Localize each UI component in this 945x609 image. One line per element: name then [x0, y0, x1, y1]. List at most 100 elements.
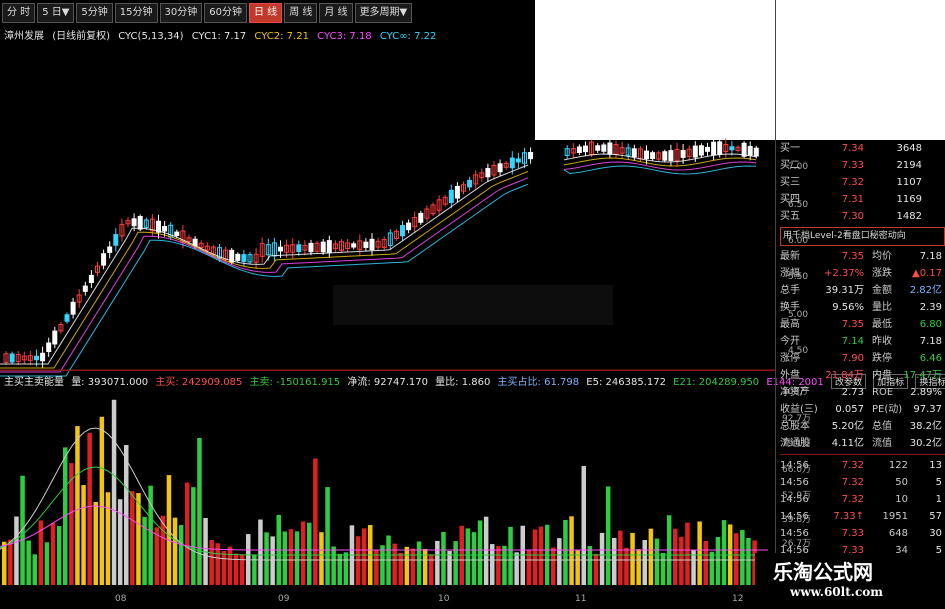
volume-bar: [221, 551, 227, 585]
order-level-label: 买五: [780, 211, 800, 222]
volume-bar: [44, 542, 50, 585]
stat-value: 38.2亿: [909, 421, 942, 432]
tick-count: 5: [935, 477, 942, 488]
stat-label: 量比: [872, 302, 892, 313]
volume-bar: [325, 487, 330, 585]
period-tab[interactable]: 分 时: [2, 3, 36, 23]
date-tick-label: 09: [278, 594, 290, 604]
stat-value: 6.46: [919, 353, 942, 364]
candle-body: [113, 234, 119, 246]
candle-body: [107, 246, 113, 253]
stat-value: +2.37%: [824, 268, 865, 279]
order-volume: 1107: [896, 177, 922, 188]
candle-body: [34, 355, 39, 361]
candle-body: [680, 149, 686, 158]
candle-body: [583, 145, 588, 153]
volume-bar: [355, 536, 361, 585]
period-tab[interactable]: 更多周期▼: [354, 3, 413, 23]
watermark-url: www.60lt.com: [790, 585, 883, 599]
stat-value: 9.56%: [832, 302, 864, 313]
order-book-row[interactable]: 买二 7.33 2194: [780, 157, 945, 174]
date-axis: 08 09 10 11 12: [0, 592, 775, 608]
period-tab[interactable]: 30分钟: [159, 3, 203, 23]
candle-body: [46, 342, 52, 353]
order-book: 买一 7.34 3648 买二 7.33 2194 买三 7.32 1107 买四 7.31 1169…: [780, 140, 945, 225]
order-price: 7.32: [841, 177, 864, 188]
volume-bar: [697, 521, 702, 585]
volume-bar: [508, 526, 513, 585]
volume-bar: [2, 541, 7, 585]
level2-banner[interactable]: 用千档Level-2看盘口秘密动向: [780, 227, 945, 246]
volume-bar: [307, 522, 312, 585]
period-tab[interactable]: 日 线: [249, 3, 283, 23]
volume-tick-label: 66.0万: [782, 465, 812, 475]
period-tab[interactable]: 5 日▼: [37, 3, 75, 23]
volume-bar: [612, 537, 617, 585]
volume-bar: [740, 530, 745, 585]
period-tab[interactable]: 5分钟: [76, 3, 113, 23]
order-price: 7.33: [841, 160, 864, 171]
order-book-row[interactable]: 买五 7.30 1482: [780, 208, 945, 225]
volume-bar: [538, 526, 544, 585]
stat-label: PE(动): [872, 404, 903, 415]
candle-body: [705, 146, 710, 152]
volume-bar: [471, 532, 477, 585]
candle-body: [137, 216, 143, 230]
order-price: 7.31: [841, 194, 864, 205]
volume-bar: [380, 545, 385, 585]
volume-bar: [8, 539, 13, 585]
quote-stat-row: 最高 7.35 最低 6.80: [780, 316, 945, 333]
stat-value: 7.90: [841, 353, 864, 364]
period-tab[interactable]: 周 线: [284, 3, 318, 23]
volume-bar: [648, 528, 654, 585]
volume-bar: [514, 552, 519, 585]
candle-body: [308, 242, 314, 253]
net-flow-value: 净流: 92747.170: [347, 377, 428, 388]
tick-count: 30: [929, 528, 942, 539]
volume-bar: [605, 486, 611, 585]
volume-bar: [227, 546, 233, 585]
date-tick-label: 11: [575, 594, 587, 604]
order-book-row[interactable]: 买一 7.34 3648: [780, 140, 945, 157]
volume-bar: [343, 552, 349, 585]
stat-value: 30.2亿: [909, 438, 942, 449]
order-book-row[interactable]: 买四 7.31 1169: [780, 191, 945, 208]
volume-bar: [81, 485, 86, 585]
candle-body: [711, 141, 717, 156]
quote-stat-row: 外盘 21.84万 内盘 17.47万: [780, 367, 945, 384]
stat-value: 5.20亿: [831, 421, 864, 432]
volume-bar: [599, 532, 605, 585]
stat-label: 跌停: [872, 353, 892, 364]
volume-bar: [703, 540, 708, 585]
stat-label: 总值: [872, 421, 892, 432]
period-tab[interactable]: 15分钟: [114, 3, 158, 23]
volume-bar: [660, 552, 666, 585]
stat-label: ROE: [872, 387, 894, 398]
stat-label: 换手: [780, 302, 800, 313]
candle-body: [9, 353, 15, 363]
tick-count: 1: [935, 494, 942, 505]
volume-bar: [551, 547, 556, 585]
volume-bar: [557, 538, 562, 585]
vol-indicator-name[interactable]: 主买主卖能量: [4, 377, 64, 388]
volume-bar: [264, 532, 269, 585]
volume-bar: [252, 554, 257, 585]
volume-bar: [197, 438, 202, 585]
volume-bar: [166, 475, 172, 585]
volume-bar: [209, 540, 214, 585]
volume-bar: [282, 531, 288, 585]
period-tab[interactable]: 月 线: [319, 3, 353, 23]
period-tab[interactable]: 60分钟: [204, 3, 247, 23]
volume-bar: [172, 517, 178, 585]
volume-bar: [56, 526, 62, 585]
volume-bar: [569, 516, 574, 585]
volume-bar: [447, 550, 452, 585]
stat-value: 2.73: [841, 387, 864, 398]
candle-body: [174, 231, 180, 236]
stat-label: 最高: [780, 319, 800, 330]
order-book-row[interactable]: 买三 7.32 1107: [780, 174, 945, 191]
stat-label: 内盘: [872, 370, 892, 381]
volume-bar: [721, 520, 727, 585]
candle-body: [278, 246, 283, 252]
candle-body: [82, 285, 88, 292]
